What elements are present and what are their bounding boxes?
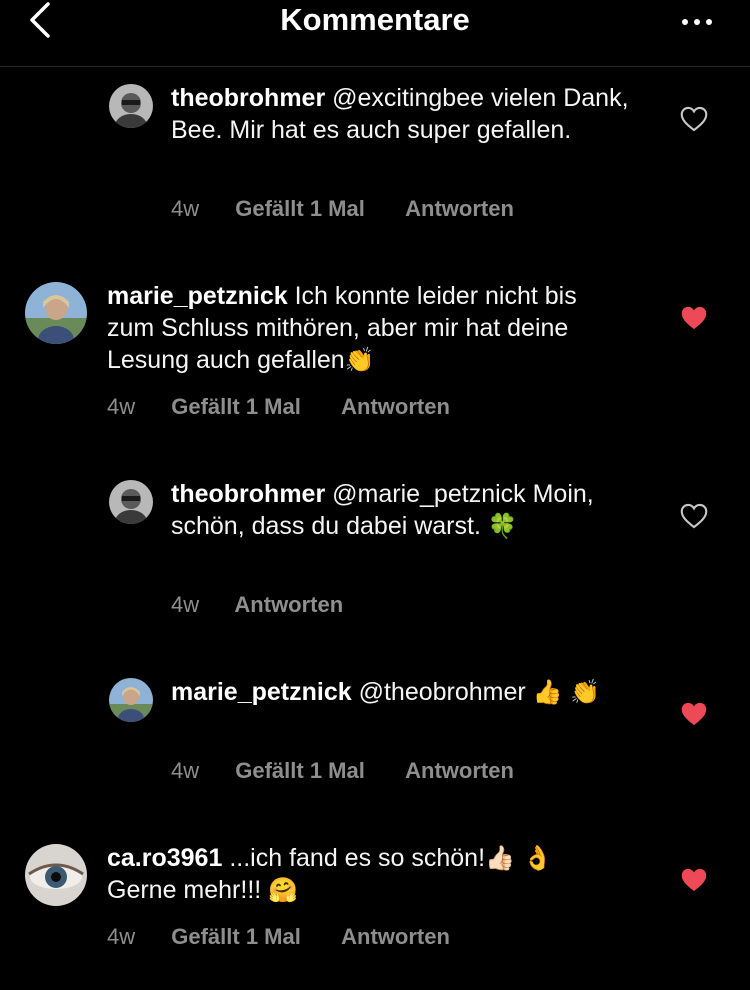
- comment-meta: 4w Gefällt 1 Mal Antworten: [107, 394, 450, 420]
- reply-button[interactable]: Antworten: [341, 394, 450, 419]
- comment-text: theobrohmer @excitingbee vielen Dank, Be…: [171, 82, 641, 146]
- comment-body-line2: Gerne mehr!!!: [107, 876, 262, 904]
- heart-icon[interactable]: [680, 867, 708, 893]
- avatar[interactable]: [25, 282, 87, 344]
- comment-emoji: 🍀: [487, 512, 518, 540]
- comment-username[interactable]: marie_petznick: [171, 678, 352, 706]
- avatar[interactable]: [109, 84, 153, 128]
- comment-body: @theobrohmer: [358, 678, 526, 706]
- reply-button[interactable]: Antworten: [405, 196, 514, 221]
- avatar[interactable]: [25, 844, 87, 906]
- comment-emoji: 👍🏻 👌: [485, 844, 553, 872]
- comment-username[interactable]: marie_petznick: [107, 282, 288, 310]
- reply-button[interactable]: Antworten: [234, 592, 343, 617]
- likes-count[interactable]: Gefällt 1 Mal: [171, 924, 301, 949]
- comment-username[interactable]: ca.ro3961: [107, 844, 222, 872]
- comment-time: 4w: [171, 592, 200, 617]
- comment-time: 4w: [107, 924, 136, 949]
- reply-button[interactable]: Antworten: [341, 924, 450, 949]
- comment-text: marie_petznick @theobrohmer 👍 👏: [171, 676, 641, 708]
- comment-time: 4w: [107, 394, 136, 419]
- comment-emoji: 👍 👏: [532, 678, 601, 706]
- heart-icon[interactable]: [680, 503, 708, 529]
- heart-icon[interactable]: [680, 106, 708, 132]
- comment-text: marie_petznick Ich konnte leider nicht b…: [107, 280, 627, 376]
- avatar[interactable]: [109, 480, 153, 524]
- comment-text: ca.ro3961 ...ich fand es so schön!👍🏻 👌 G…: [107, 842, 647, 906]
- comment-time: 4w: [171, 758, 200, 783]
- comment-body: ...ich fand es so schön!: [229, 844, 486, 872]
- likes-count[interactable]: Gefällt 1 Mal: [235, 758, 365, 783]
- avatar[interactable]: [109, 678, 153, 722]
- comment-meta: 4w Gefällt 1 Mal Antworten: [107, 924, 450, 950]
- comment-meta: 4w Gefällt 1 Mal Antworten: [171, 196, 514, 222]
- heart-icon[interactable]: [680, 305, 708, 331]
- page-title: Kommentare: [280, 2, 470, 37]
- comment-time: 4w: [171, 196, 200, 221]
- reply-button[interactable]: Antworten: [405, 758, 514, 783]
- comment-meta: 4w Gefällt 1 Mal Antworten: [171, 758, 514, 784]
- top-bar: Kommentare: [0, 0, 750, 67]
- comment-username[interactable]: theobrohmer: [171, 84, 325, 112]
- comment-username[interactable]: theobrohmer: [171, 480, 325, 508]
- comment-text: theobrohmer @marie_petznick Moin, schön,…: [171, 478, 641, 542]
- heart-icon[interactable]: [680, 701, 708, 727]
- likes-count[interactable]: Gefällt 1 Mal: [171, 394, 301, 419]
- comment-meta: 4w Antworten: [171, 592, 343, 618]
- comment-emoji-2: 🤗: [268, 876, 299, 904]
- comment-emoji: 👏: [344, 346, 375, 374]
- more-dots-icon[interactable]: [682, 19, 714, 27]
- likes-count[interactable]: Gefällt 1 Mal: [235, 196, 365, 221]
